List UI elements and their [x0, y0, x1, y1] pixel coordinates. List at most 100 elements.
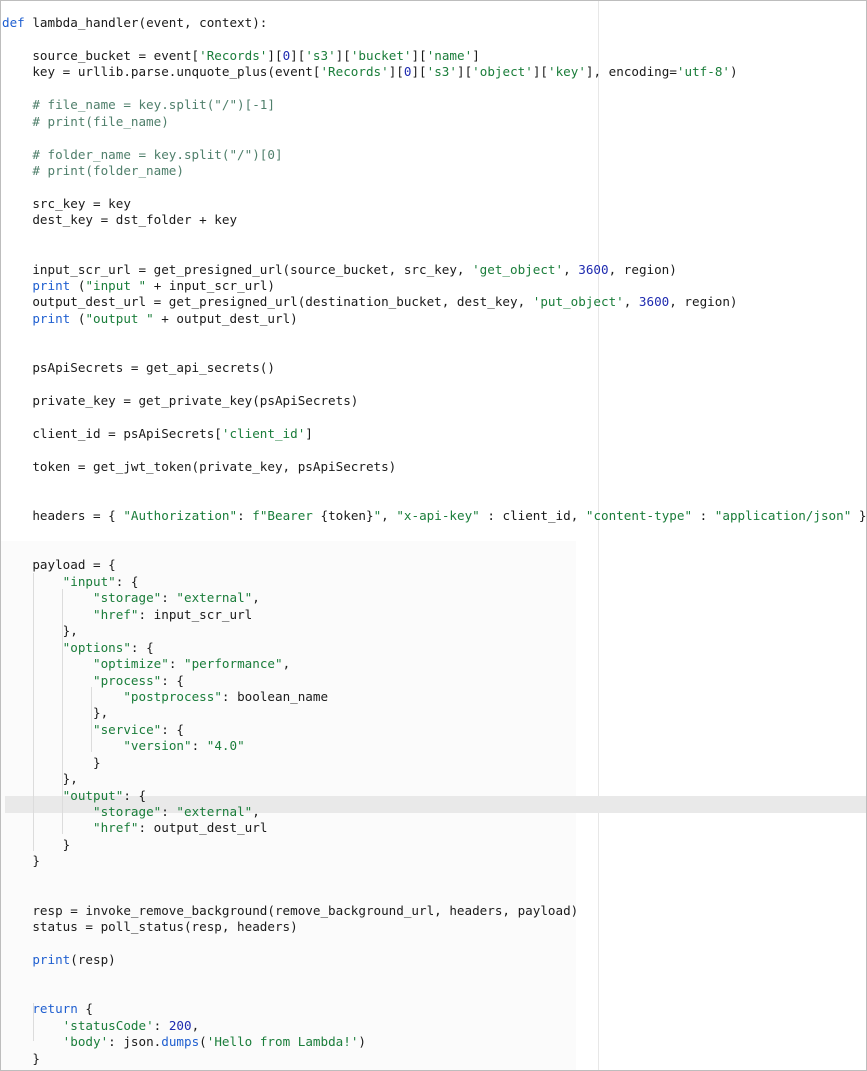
- code-line[interactable]: [2, 31, 866, 47]
- code-line[interactable]: [2, 229, 866, 245]
- code-token: :: [153, 1017, 169, 1033]
- code-token: 'bucket': [350, 47, 412, 63]
- code-token: return: [32, 1001, 78, 1017]
- code-line[interactable]: [2, 410, 866, 426]
- code-line[interactable]: "version": "4.0": [2, 738, 866, 754]
- code-line[interactable]: "href": input_scr_url: [2, 607, 866, 623]
- code-line[interactable]: input_scr_url = get_presigned_url(source…: [2, 262, 866, 278]
- code-line[interactable]: client_id = psApiSecrets['client_id']: [2, 426, 866, 442]
- code-line[interactable]: key = urllib.parse.unquote_plus(event['R…: [2, 64, 866, 80]
- code-editor[interactable]: def lambda_handler(event, context): sour…: [0, 0, 867, 1071]
- code-line[interactable]: token = get_jwt_token(private_key, psApi…: [2, 459, 866, 475]
- code-line[interactable]: "output": {: [2, 788, 866, 804]
- code-line[interactable]: dest_key = dst_folder + key: [2, 212, 866, 228]
- code-token: }: [2, 836, 71, 852]
- code-line[interactable]: # folder_name = key.split("/")[0]: [2, 147, 866, 163]
- code-token: private_key = get_private_key(psApiSecre…: [2, 393, 359, 409]
- code-token: "href": [93, 820, 139, 836]
- code-line[interactable]: [2, 541, 866, 557]
- code-line[interactable]: [2, 525, 866, 541]
- code-line[interactable]: [2, 377, 866, 393]
- code-token: "optimize": [93, 656, 169, 672]
- code-line[interactable]: source_bucket = event['Records'][0]['s3'…: [2, 48, 866, 64]
- code-line[interactable]: payload = {: [2, 557, 866, 573]
- code-line[interactable]: [2, 245, 866, 261]
- code-token: 'Records': [320, 64, 389, 80]
- code-line[interactable]: },: [2, 771, 866, 787]
- code-line[interactable]: "postprocess": boolean_name: [2, 689, 866, 705]
- code-token: psApiSecrets = get_api_secrets(): [2, 360, 275, 376]
- code-token: ]: [472, 47, 480, 63]
- code-line[interactable]: }: [2, 1051, 866, 1067]
- code-token: "application/json": [714, 508, 852, 524]
- code-token: payload = {: [2, 557, 116, 573]
- code-token: + output_dest_url): [153, 310, 298, 326]
- code-line[interactable]: print(resp): [2, 952, 866, 968]
- code-line[interactable]: "service": {: [2, 722, 866, 738]
- code-line[interactable]: # file_name = key.split("/")[-1]: [2, 97, 866, 113]
- code-token: , region): [669, 294, 738, 310]
- code-line[interactable]: [2, 492, 866, 508]
- code-line[interactable]: "href": output_dest_url: [2, 820, 866, 836]
- code-line[interactable]: },: [2, 705, 866, 721]
- code-line[interactable]: print ("output " + output_dest_url): [2, 311, 866, 327]
- code-line[interactable]: [2, 968, 866, 984]
- code-line[interactable]: [2, 442, 866, 458]
- code-line[interactable]: src_key = key: [2, 196, 866, 212]
- code-line[interactable]: resp = invoke_remove_background(remove_b…: [2, 903, 866, 919]
- code-line[interactable]: print ("input " + input_scr_url): [2, 278, 866, 294]
- code-token: }: [2, 1050, 40, 1066]
- code-line[interactable]: psApiSecrets = get_api_secrets(): [2, 360, 866, 376]
- code-line[interactable]: [2, 870, 866, 886]
- code-line[interactable]: "optimize": "performance",: [2, 656, 866, 672]
- code-line[interactable]: "process": {: [2, 673, 866, 689]
- code-token: "Authorization": [123, 508, 238, 524]
- code-line[interactable]: [2, 130, 866, 146]
- code-line[interactable]: # print(file_name): [2, 114, 866, 130]
- code-token: # file_name = key.split("/")[-1]: [2, 97, 275, 113]
- code-line[interactable]: output_dest_url = get_presigned_url(dest…: [2, 294, 866, 310]
- code-line[interactable]: [2, 985, 866, 1001]
- code-line[interactable]: [2, 475, 866, 491]
- code-line[interactable]: "storage": "external",: [2, 804, 866, 820]
- code-line[interactable]: private_key = get_private_key(psApiSecre…: [2, 393, 866, 409]
- code-token: ][: [411, 64, 427, 80]
- code-token: "input": [62, 573, 116, 589]
- code-token: print: [32, 310, 71, 326]
- code-line[interactable]: 'body': json.dumps('Hello from Lambda!'): [2, 1034, 866, 1050]
- code-token: ][: [290, 47, 306, 63]
- code-text[interactable]: def lambda_handler(event, context): sour…: [2, 15, 866, 1067]
- code-line[interactable]: 'statusCode': 200,: [2, 1018, 866, 1034]
- code-token: 3600: [578, 261, 609, 277]
- code-token: : json.: [108, 1034, 162, 1050]
- code-token: "storage": [93, 590, 162, 606]
- code-line[interactable]: }: [2, 853, 866, 869]
- code-line[interactable]: [2, 327, 866, 343]
- code-line[interactable]: "input": {: [2, 574, 866, 590]
- code-line[interactable]: }: [2, 837, 866, 853]
- code-line[interactable]: [2, 886, 866, 902]
- code-token: "input ": [85, 278, 147, 293]
- code-line[interactable]: "options": {: [2, 640, 866, 656]
- code-line[interactable]: }: [2, 755, 866, 771]
- code-line[interactable]: "storage": "external",: [2, 590, 866, 606]
- code-line[interactable]: [2, 81, 866, 97]
- code-token: :: [237, 508, 253, 524]
- code-token: 'key': [548, 64, 586, 80]
- code-line[interactable]: [2, 936, 866, 952]
- code-token: token = get_jwt_token(private_key, psApi…: [2, 458, 397, 474]
- code-line[interactable]: [2, 179, 866, 195]
- code-token: "external": [176, 590, 253, 606]
- code-line[interactable]: # print(folder_name): [2, 163, 866, 179]
- code-line[interactable]: status = poll_status(resp, headers): [2, 919, 866, 935]
- code-token: "external": [176, 804, 253, 819]
- code-token: : {: [115, 573, 139, 589]
- code-line[interactable]: return {: [2, 1001, 866, 1017]
- code-line[interactable]: },: [2, 623, 866, 639]
- code-line[interactable]: [2, 344, 866, 360]
- code-line[interactable]: headers = { "Authorization": f"Bearer {t…: [2, 508, 866, 524]
- code-line[interactable]: def lambda_handler(event, context):: [2, 15, 866, 31]
